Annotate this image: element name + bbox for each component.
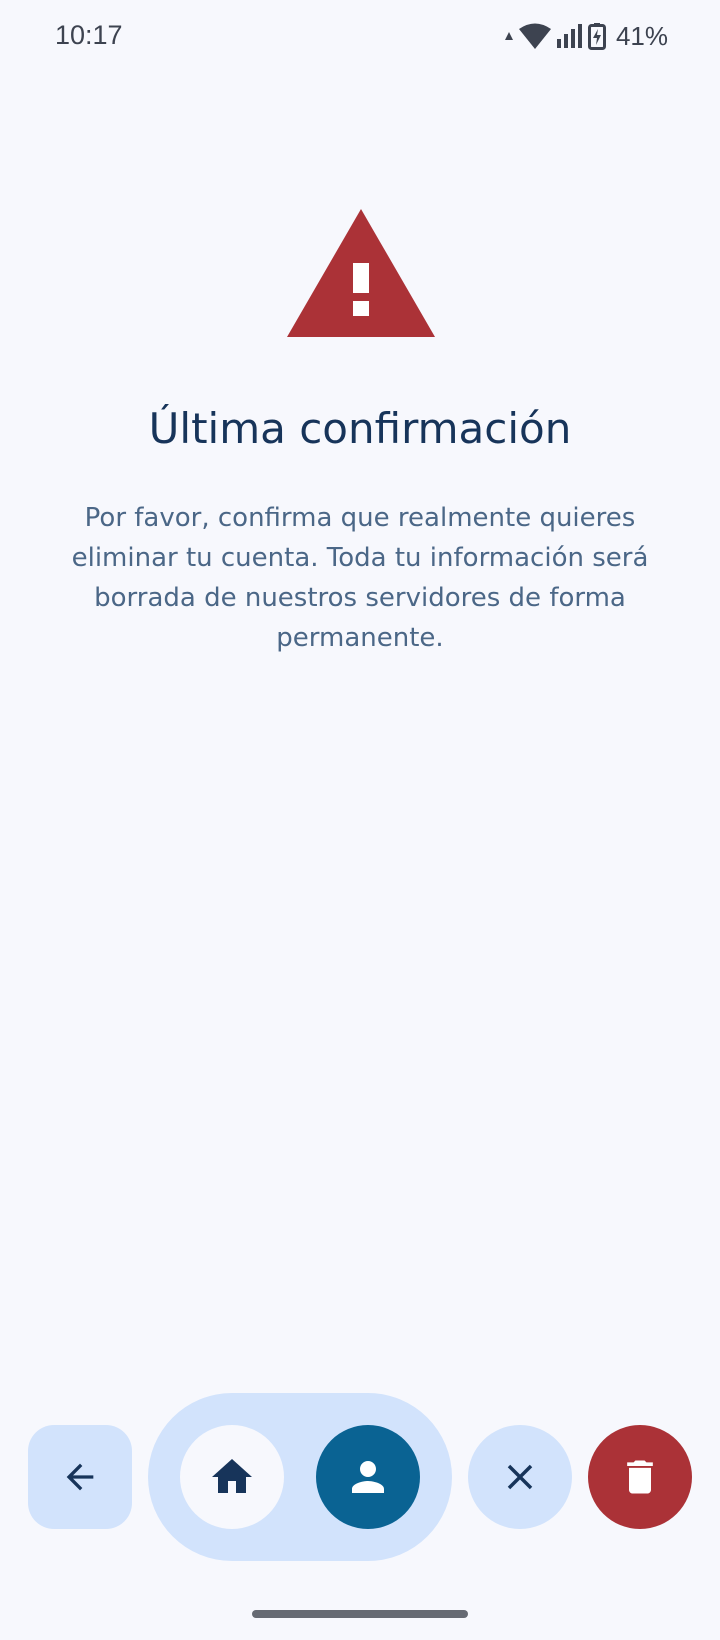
confirmation-message: Por favor, confirma que realmente quiere…	[71, 503, 649, 653]
page-title: Última confirmación	[148, 404, 572, 453]
warning-triangle-icon	[287, 209, 435, 337]
data-arrow-icon	[504, 32, 513, 40]
profile-button[interactable]	[316, 1425, 420, 1529]
status-time: 10:17	[55, 20, 123, 50]
arrow-back-icon	[66, 1463, 94, 1491]
status-bar: 10:17 41%	[0, 0, 720, 72]
back-button[interactable]	[28, 1425, 132, 1529]
home-icon	[212, 1459, 252, 1493]
gesture-navigation-bar[interactable]	[252, 1610, 468, 1618]
wifi-icon	[518, 23, 551, 49]
close-button[interactable]	[468, 1425, 572, 1529]
delete-account-button[interactable]	[588, 1425, 692, 1529]
person-icon	[352, 1461, 384, 1493]
close-icon	[507, 1464, 533, 1490]
trash-icon	[627, 1460, 653, 1494]
home-button[interactable]	[180, 1425, 284, 1529]
battery-charging-icon	[587, 23, 606, 50]
signal-icon	[556, 24, 582, 48]
battery-percentage: 41%	[615, 20, 668, 51]
bottom-navigation	[0, 1390, 720, 1561]
status-icons: 41%	[504, 18, 668, 54]
